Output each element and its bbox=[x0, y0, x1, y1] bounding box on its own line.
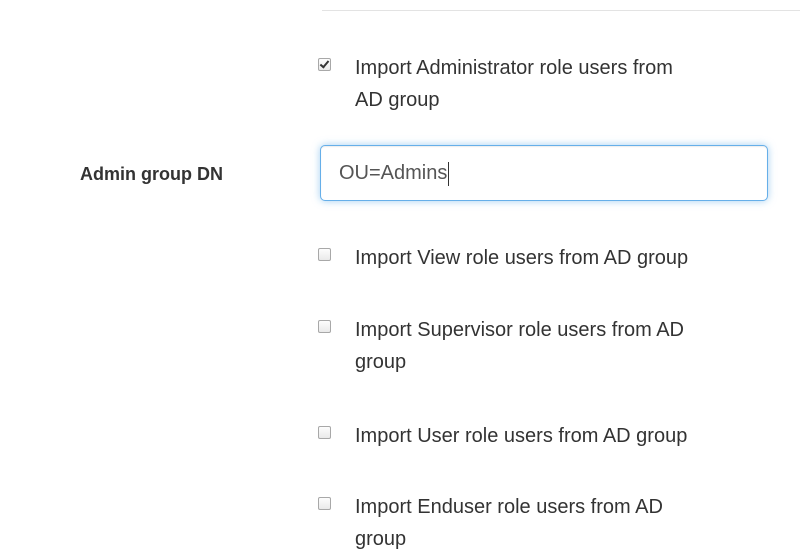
import-supervisor-label-line1: Import Supervisor role users from AD bbox=[355, 319, 684, 341]
import-supervisor-label-line2: group bbox=[355, 351, 407, 373]
import-view-checkbox[interactable] bbox=[318, 248, 331, 261]
import-enduser-label-line2: group bbox=[355, 528, 407, 550]
admin-group-dn-input[interactable] bbox=[320, 145, 768, 201]
import-user-checkbox[interactable] bbox=[318, 426, 331, 439]
import-administrator-row[interactable]: Import Administrator role users from AD … bbox=[318, 52, 673, 116]
import-administrator-label: Import Administrator role users from AD … bbox=[355, 52, 673, 116]
import-enduser-checkbox[interactable] bbox=[318, 497, 331, 510]
import-user-label: Import User role users from AD group bbox=[355, 425, 688, 447]
import-supervisor-row[interactable]: Import Supervisor role users from AD gro… bbox=[318, 314, 684, 378]
import-enduser-row[interactable]: Import Enduser role users from AD group bbox=[318, 491, 663, 555]
import-administrator-checkbox[interactable] bbox=[318, 58, 331, 71]
import-administrator-label-line2: AD group bbox=[355, 89, 440, 111]
import-administrator-label-line1: Import Administrator role users from bbox=[355, 57, 673, 79]
import-view-row[interactable]: Import View role users from AD group bbox=[318, 242, 688, 274]
import-view-label: Import View role users from AD group bbox=[355, 247, 689, 269]
import-enduser-label-line1: Import Enduser role users from AD bbox=[355, 496, 663, 518]
ad-import-settings-form: Import Administrator role users from AD … bbox=[0, 0, 800, 555]
import-supervisor-label: Import Supervisor role users from AD gro… bbox=[355, 314, 684, 378]
import-enduser-label: Import Enduser role users from AD group bbox=[355, 491, 663, 555]
section-divider bbox=[322, 10, 800, 11]
import-user-row[interactable]: Import User role users from AD group bbox=[318, 420, 687, 452]
admin-group-dn-label: Admin group DN bbox=[80, 164, 223, 184]
import-supervisor-checkbox[interactable] bbox=[318, 320, 331, 333]
